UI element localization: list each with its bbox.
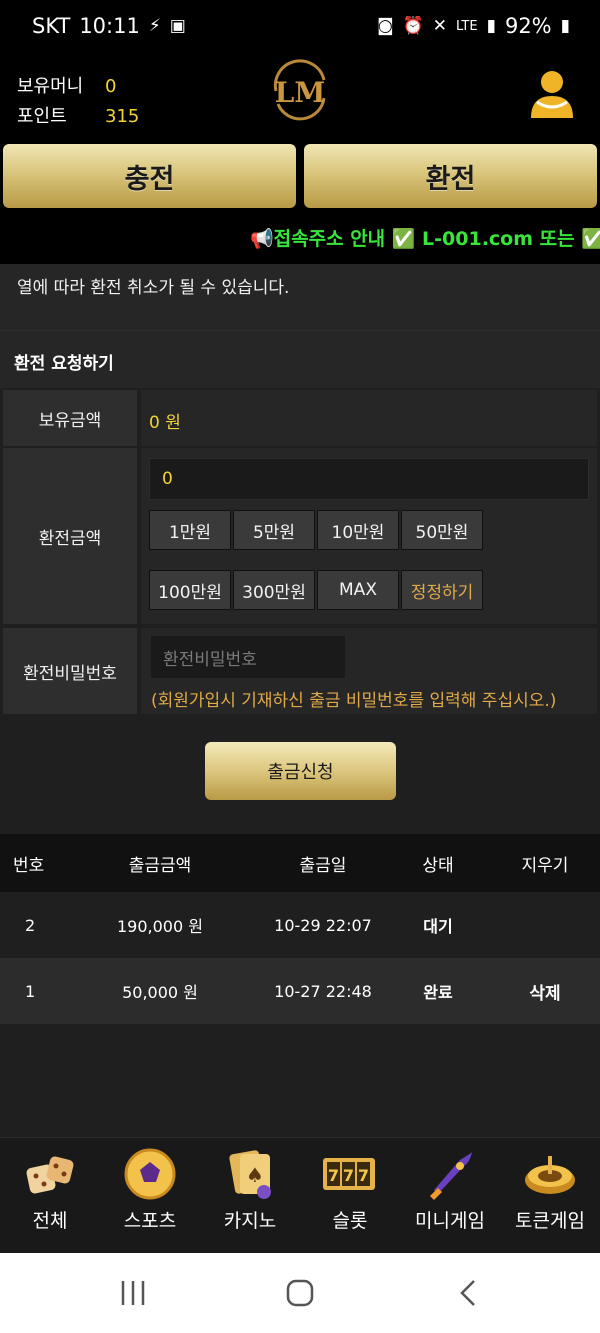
nav-item-slots[interactable]: 7 7 7 슬롯 (300, 1138, 400, 1254)
svg-text:7: 7 (328, 1166, 339, 1185)
nav-label: 토큰게임 (515, 1210, 585, 1232)
balance-value: 0 원 (149, 413, 181, 433)
logo-text: LM (275, 76, 326, 109)
points-value: 315 (105, 106, 140, 127)
withdraw-button[interactable]: 환전 (304, 144, 597, 208)
amount-label: 환전금액 (3, 448, 137, 624)
slot-777-icon: 7 7 7 (323, 1158, 375, 1190)
dice-icon (26, 1156, 74, 1194)
nav-item-token-game[interactable]: 토큰게임 (500, 1138, 600, 1254)
battery-saver-icon: ◙ (377, 16, 394, 36)
row-amount: 190,000 원 (117, 917, 203, 936)
nav-item-sports[interactable]: 스포츠 (100, 1138, 200, 1254)
top-action-bar: 충전 환전 (0, 144, 600, 216)
roulette-icon (525, 1156, 575, 1194)
nav-label: 카지노 (223, 1210, 277, 1232)
image-icon: ▣ (169, 16, 186, 36)
amount-button-max[interactable]: MAX (317, 570, 399, 610)
amount-button-3m[interactable]: 300만원 (233, 570, 315, 610)
nav-item-all[interactable]: 전체 (0, 1138, 100, 1254)
password-row: 환전비밀번호 환전비밀번호 (회원가입시 기재하신 출금 비밀번호를 입력해 주… (3, 628, 597, 714)
bottom-game-nav: 전체 스포츠 ♠ 카지노 7 7 7 슬롯 미니게임 토큰게임 (0, 1137, 600, 1253)
row-date: 10-27 22:48 (274, 981, 372, 1001)
balance-label: 보유금액 (3, 390, 137, 446)
rocket-icon (430, 1152, 472, 1200)
table-row: 1 50,000 원 10-27 22:48 완료 삭제 (0, 958, 600, 1024)
soccer-ball-icon (124, 1148, 176, 1200)
signal-icon: ▮ (486, 16, 496, 36)
table-row: 2 190,000 원 10-29 22:07 대기 (0, 892, 600, 958)
nav-label: 미니게임 (415, 1210, 485, 1232)
user-avatar-icon[interactable] (527, 68, 577, 122)
cards-icon: ♠ (229, 1150, 271, 1199)
row-no: 2 (25, 915, 36, 935)
svg-text:7: 7 (343, 1166, 354, 1185)
row-status: 대기 (423, 917, 453, 936)
wallet-value: 0 (105, 76, 117, 97)
column-header-status: 상태 (422, 855, 454, 876)
amount-button-100k[interactable]: 10만원 (317, 510, 399, 550)
carrier-label: SKT (32, 14, 71, 38)
column-header-amount: 출금금액 (128, 855, 192, 876)
row-date: 10-29 22:07 (274, 915, 372, 935)
svg-text:♠: ♠ (246, 1163, 264, 1187)
mute-icon: ✕ (432, 16, 447, 36)
amount-button-500k[interactable]: 50만원 (401, 510, 483, 550)
submit-withdraw-button[interactable]: 출금신청 (205, 742, 396, 800)
delete-button[interactable]: 삭제 (490, 979, 600, 1004)
points-label: 포인트 (17, 106, 67, 127)
amount-button-50k[interactable]: 5만원 (233, 510, 315, 550)
battery-percent: 92% (504, 14, 552, 38)
row-no: 1 (25, 981, 36, 1001)
deposit-button[interactable]: 충전 (3, 144, 296, 208)
status-bar: SKT 10:11 ⚡ ▣ ◙ ⏰ ✕ LTE ▮ 92% ▮ (0, 0, 600, 52)
password-input[interactable]: 환전비밀번호 (151, 636, 345, 678)
password-label: 환전비밀번호 (3, 628, 137, 714)
section-title: 환전 요청하기 (0, 330, 600, 388)
clock: 10:11 (79, 14, 140, 38)
table-header: 번호 출금금액 출금일 상태 지우기 (0, 834, 600, 892)
column-header-delete: 지우기 (521, 855, 569, 876)
brand-logo[interactable]: LM (262, 58, 338, 124)
amount-input[interactable]: 0 (149, 458, 589, 500)
ticker-text: 📢접속주소 안내 ✅ L-001.com 또는 ✅ L (250, 228, 600, 250)
notification-icon: ⚡ (148, 16, 161, 36)
amount-reset-button[interactable]: 정정하기 (401, 570, 483, 610)
notice-text: 열에 따라 환전 취소가 될 수 있습니다. (0, 264, 600, 330)
column-header-date: 출금일 (299, 855, 347, 876)
amount-button-1m[interactable]: 100만원 (149, 570, 231, 610)
column-header-no: 번호 (13, 855, 45, 876)
nav-item-casino[interactable]: ♠ 카지노 (200, 1138, 300, 1254)
back-icon[interactable] (448, 1277, 488, 1311)
home-icon[interactable] (280, 1277, 320, 1311)
wallet-label: 보유머니 (17, 76, 84, 97)
system-navigation-bar (0, 1253, 600, 1333)
nav-label: 슬롯 (332, 1210, 368, 1232)
amount-row: 환전금액 0 1만원 5만원 10만원 50만원 100만원 300만원 MAX… (3, 448, 597, 624)
svg-text:7: 7 (358, 1166, 369, 1185)
battery-icon: ▮ (560, 16, 570, 36)
announcement-ticker: 📢접속주소 안내 ✅ L-001.com 또는 ✅ L (0, 216, 600, 264)
password-hint: (회원가입시 기재하신 출금 비밀번호를 입력해 주십시오.) (151, 691, 557, 711)
nav-label: 전체 (32, 1210, 68, 1232)
nav-label: 스포츠 (123, 1210, 177, 1232)
nav-item-minigame[interactable]: 미니게임 (400, 1138, 500, 1254)
alarm-icon: ⏰ (402, 16, 424, 36)
balance-row: 보유금액 0 원 (3, 390, 597, 446)
wallet-summary: 보유머니 0 포인트 315 (17, 72, 139, 132)
row-amount: 50,000 원 (122, 983, 198, 1002)
app-header: 보유머니 0 포인트 315 LM (0, 52, 600, 144)
withdraw-history-table: 번호 출금금액 출금일 상태 지우기 2 190,000 원 10-29 22:… (0, 834, 600, 1024)
amount-button-10k[interactable]: 1만원 (149, 510, 231, 550)
network-type: LTE (455, 18, 478, 34)
recent-apps-icon[interactable] (114, 1277, 154, 1311)
row-status: 완료 (423, 983, 453, 1002)
